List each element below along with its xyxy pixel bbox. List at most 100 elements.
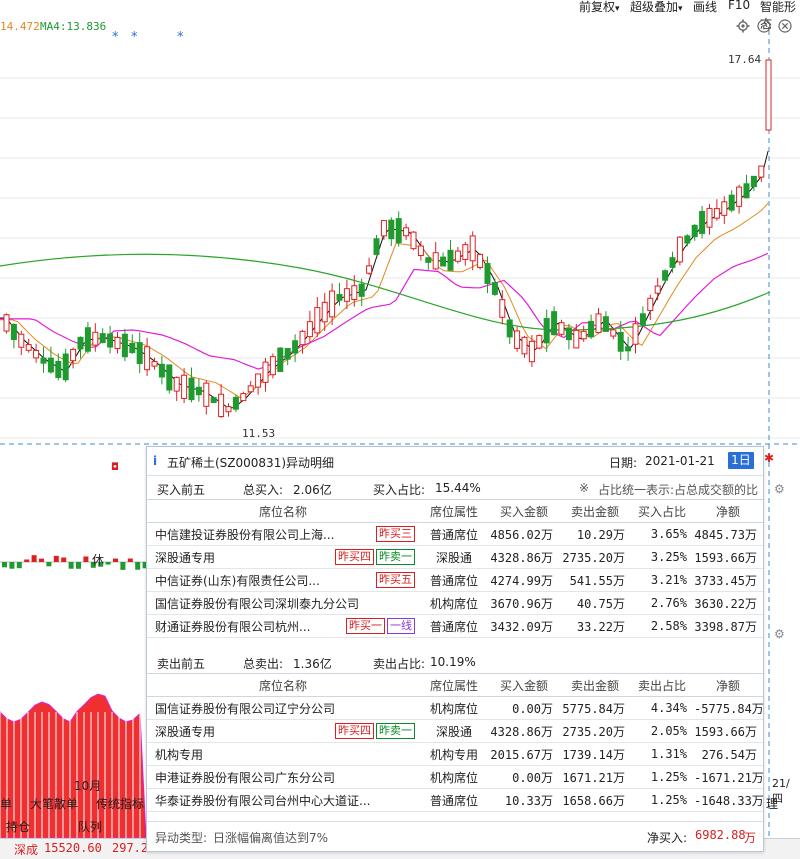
date-value[interactable]: 2021-01-21 — [645, 454, 715, 468]
adjust-menu[interactable]: 前复权▾ — [579, 0, 620, 15]
sell-ratio-label: 卖出占比: — [373, 657, 426, 671]
seat-name-cell[interactable]: 机构专用 — [147, 742, 419, 766]
table-row[interactable]: 国信证券股份有限公司辽宁分公司 机构席位 0.00万 5775.84万 4.34% -57… — [147, 696, 763, 720]
volume-bar — [113, 558, 118, 562]
candle-body — [292, 340, 299, 354]
seat-name[interactable]: 国信证券股份有限公司深圳泰九分公司 — [155, 595, 359, 612]
ratio-value: 4.34% — [631, 696, 693, 720]
settings-icon[interactable]: ⚙ — [774, 482, 785, 496]
col-header: 卖出金额 — [559, 673, 631, 697]
candle-body — [758, 165, 765, 178]
candle-body — [70, 348, 77, 362]
candle-body — [565, 327, 572, 341]
seat-name[interactable]: 华泰证券股份有限公司台州中心大道证... — [155, 792, 370, 809]
seat-attribute: 深股通 — [419, 719, 489, 743]
ratio-value: 2.76% — [631, 591, 693, 615]
chart-toolbar: 14.472 MA4:13.836 * * * 前复权▾ 超级叠加▾ 画线 F1… — [0, 0, 800, 45]
volume-bar — [135, 562, 141, 570]
buy-amount: 3432.09万 — [489, 614, 559, 638]
seat-name[interactable]: 深股通专用 — [155, 723, 215, 740]
col-header: 卖出金额 — [559, 499, 631, 523]
seat-name-cell[interactable]: 华泰证券股份有限公司台州中心大道证... — [147, 788, 419, 812]
table-row[interactable]: 国信证券股份有限公司深圳泰九分公司 机构席位 3670.96万 40.75万 2.76%… — [147, 591, 763, 615]
tab-single[interactable]: 单 — [0, 795, 12, 812]
seat-name-cell[interactable]: 国信证券股份有限公司深圳泰九分公司 — [147, 591, 419, 615]
seat-name[interactable]: 深股通专用 — [155, 549, 215, 566]
candle-body — [40, 357, 47, 364]
period-button[interactable]: 1日 — [728, 452, 754, 469]
abnormal-trade-detail-dialog[interactable]: ⅰ 五矿稀土(SZ000831)异动明细 日期: 2021-01-21 1日 买… — [146, 446, 764, 852]
overlay-menu[interactable]: 超级叠加▾ — [630, 0, 683, 15]
candle-body — [151, 361, 158, 367]
sell-amount: 1739.14万 — [559, 742, 631, 766]
dialog-title-bar: ⅰ 五矿稀土(SZ000831)异动明细 日期: 2021-01-21 1日 — [147, 447, 763, 476]
seat-name[interactable]: 中信证券(山东)有限责任公司... — [155, 572, 320, 589]
sell-amount: 10.29万 — [559, 522, 631, 546]
table-row[interactable]: 机构专用 机构专用 2015.67万 1739.14万 1.31% 276.54万 — [147, 742, 763, 766]
candle-body — [417, 245, 424, 257]
seat-name-cell[interactable]: 深股通专用 昨买四 昨卖一 — [147, 719, 419, 743]
candle-body — [610, 329, 617, 337]
table-row[interactable]: 中信建投证券股份有限公司上海... 昨买三 普通席位 4856.02万 10.29万 3.… — [147, 522, 763, 546]
seat-tag-badge: 昨买四 — [335, 723, 374, 739]
table-row[interactable]: 财通证券股份有限公司杭州... 昨买一 一线 普通席位 3432.09万 33.22万 2.… — [147, 614, 763, 638]
seat-attribute: 机构席位 — [419, 591, 489, 615]
seat-name[interactable]: 机构专用 — [155, 746, 203, 763]
seat-name-cell[interactable]: 深股通专用 昨买四 昨卖一 — [147, 545, 419, 569]
seat-name-cell[interactable]: 中信建投证券股份有限公司上海... 昨买三 — [147, 522, 419, 546]
candle-body — [62, 353, 69, 381]
seat-name-cell[interactable]: 中信证券(山东)有限责任公司... 昨买五 — [147, 568, 419, 592]
candle-body — [314, 307, 321, 334]
candle-body — [632, 323, 639, 345]
table-row[interactable]: 华泰证券股份有限公司台州中心大道证... 普通席位 10.33万 1658.66万 1.… — [147, 788, 763, 812]
candle-body — [203, 382, 210, 407]
chevron-down-icon: ▾ — [615, 4, 620, 14]
table-row[interactable]: 深股通专用 昨买四 昨卖一 深股通 4328.86万 2735.20万 3.25% 1593.… — [147, 545, 763, 569]
net-amount: 276.54万 — [693, 742, 763, 766]
candle-body — [47, 357, 54, 373]
sell-summary: 卖出前五 总卖出: 1.36亿 卖出占比: 10.19% — [147, 651, 763, 673]
sell-section-title: 卖出前五 — [157, 657, 206, 671]
buy-ratio-label: 买入占比: — [373, 483, 426, 497]
f10-button[interactable]: F10 — [728, 0, 750, 12]
draw-line-button[interactable]: 画线 — [693, 0, 717, 15]
candle-body — [18, 333, 25, 348]
candle-body — [432, 252, 439, 270]
seat-name[interactable]: 国信证券股份有限公司辽宁分公司 — [155, 700, 335, 717]
seat-attribute: 机构席位 — [419, 765, 489, 789]
seat-name[interactable]: 中信建投证券股份有限公司上海... — [155, 526, 334, 543]
seat-tag-badge: 昨买五 — [376, 572, 415, 588]
tab-classic-indicators[interactable]: 传统指标 — [96, 795, 144, 812]
tab-big-orders[interactable]: 大笔散单 — [30, 795, 78, 812]
candle-body — [380, 220, 387, 237]
net-amount: -1671.21万 — [693, 765, 763, 789]
seat-attribute: 机构席位 — [419, 696, 489, 720]
seat-tag-badge: 昨买三 — [376, 526, 415, 542]
settings-icon[interactable] — [736, 19, 750, 33]
candle-body — [255, 373, 262, 388]
table-row[interactable]: 深股通专用 昨买四 昨卖一 深股通 4328.86万 2735.20万 2.05% 1593.… — [147, 719, 763, 743]
seat-name-cell[interactable]: 申港证券股份有限公司广东分公司 — [147, 765, 419, 789]
candle-body — [551, 311, 558, 336]
candle-body — [321, 301, 328, 323]
seat-tag-badge: 一线 — [387, 618, 415, 634]
seat-name[interactable]: 申港证券股份有限公司广东分公司 — [155, 769, 335, 786]
seat-tag-badge: 昨卖一 — [376, 723, 415, 739]
candle-body — [491, 282, 498, 295]
seat-name-cell[interactable]: 国信证券股份有限公司辽宁分公司 — [147, 696, 419, 720]
settings-icon[interactable]: ⚙ — [774, 627, 785, 641]
manage-label[interactable]: 理 — [766, 795, 778, 812]
seat-name[interactable]: 财通证券股份有限公司杭州... — [155, 618, 310, 635]
candle-body — [33, 349, 40, 359]
close-icon[interactable] — [778, 19, 792, 33]
candle-body — [358, 283, 365, 297]
tab-queue[interactable]: 队列 — [78, 818, 102, 835]
tab-holdings[interactable]: 持仓 — [6, 818, 30, 835]
candle-body — [691, 224, 698, 238]
help-icon[interactable]: ? — [757, 19, 771, 33]
candle-body — [558, 322, 565, 335]
table-row[interactable]: 申港证券股份有限公司广东分公司 机构席位 0.00万 1671.21万 1.25% -16… — [147, 765, 763, 789]
buy-amount: 10.33万 — [489, 788, 559, 812]
seat-name-cell[interactable]: 财通证券股份有限公司杭州... 昨买一 一线 — [147, 614, 419, 638]
table-row[interactable]: 中信证券(山东)有限责任公司... 昨买五 普通席位 4274.99万 541.55万 3… — [147, 568, 763, 592]
